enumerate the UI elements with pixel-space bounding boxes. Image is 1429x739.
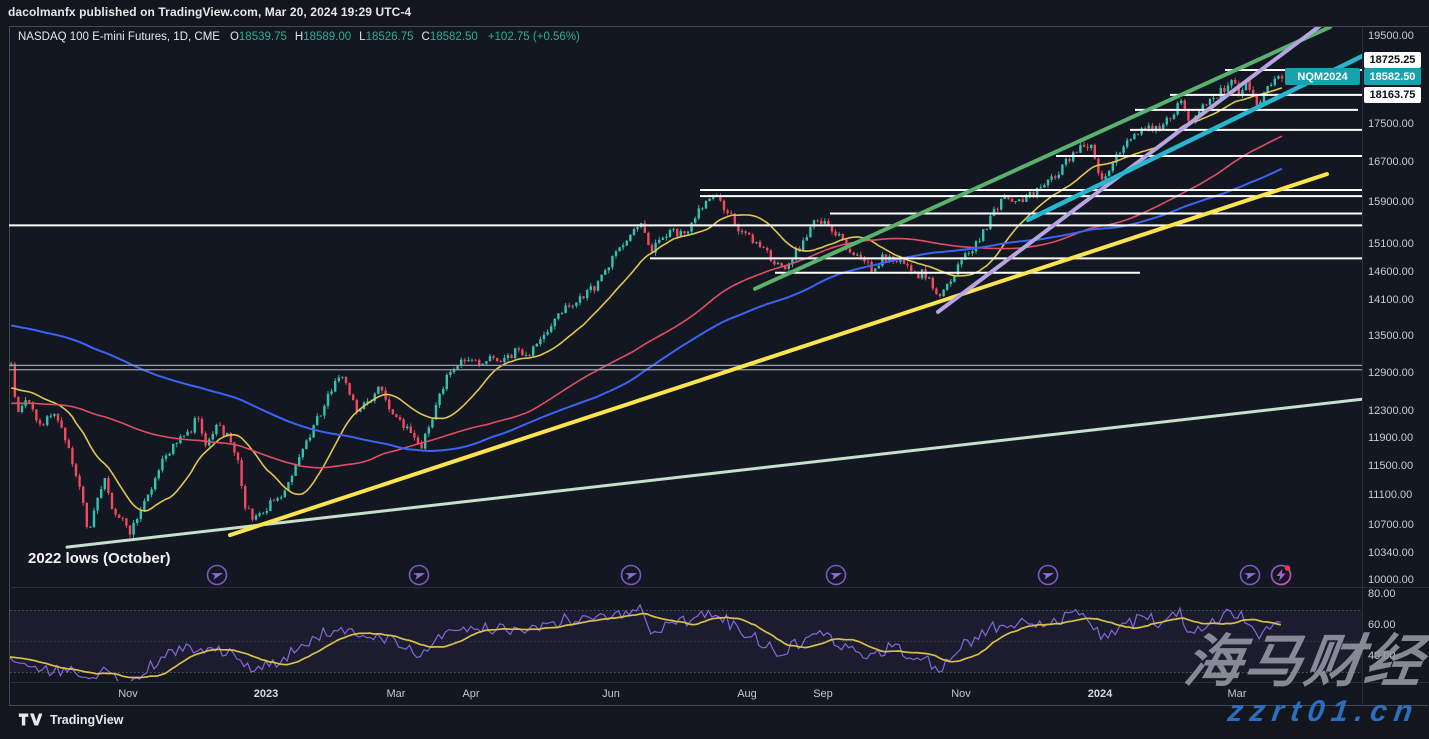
close-value: 18582.50 xyxy=(430,31,478,43)
trendline-channel-green xyxy=(755,27,1330,289)
timeline-plane-icon[interactable] xyxy=(827,566,846,585)
level-price-label-upper[interactable]: 18725.25 xyxy=(1364,52,1421,68)
last-price-label[interactable]: 18582.50 xyxy=(1364,68,1421,85)
high-value: 18589.00 xyxy=(303,31,351,43)
candles-layer xyxy=(10,74,1283,538)
timeline-plane-icon[interactable] xyxy=(1039,566,1058,585)
timeline-plane-icon[interactable] xyxy=(208,566,227,585)
rsi-pane xyxy=(10,605,1362,685)
low-value: 18526.75 xyxy=(366,31,414,43)
open-value: 18539.75 xyxy=(239,31,287,43)
timeline-plane-icon[interactable] xyxy=(410,566,429,585)
trendlines-layer[interactable] xyxy=(67,7,1362,547)
open-label: O xyxy=(230,31,239,43)
support-resistance-levels[interactable] xyxy=(9,70,1362,370)
series-symbol-tag[interactable]: NQM2024 xyxy=(1285,68,1360,85)
high-label: H xyxy=(295,31,303,43)
trendline-major-yellow xyxy=(230,174,1327,535)
chart-legend[interactable]: NASDAQ 100 E-mini Futures, 1D, CME O18539… xyxy=(18,31,580,43)
timeline-flash-icon[interactable] xyxy=(1272,565,1291,584)
tradingview-logo-icon xyxy=(18,712,42,727)
timeline-plane-icon[interactable] xyxy=(1241,566,1260,585)
ma-slow-blue xyxy=(11,169,1282,451)
close-label: C xyxy=(422,31,430,43)
chart-canvas[interactable] xyxy=(0,0,1429,739)
change-value: +102.75 (+0.56%) xyxy=(488,31,580,43)
published-chart-page: dacolmanfx published on TradingView.com,… xyxy=(0,0,1429,739)
watermark-url: zzrt01.cn xyxy=(1226,697,1422,727)
tradingview-brand-text: TradingView xyxy=(50,713,123,727)
level-price-label-lower[interactable]: 18163.75 xyxy=(1364,87,1421,103)
symbol-title: NASDAQ 100 E-mini Futures, 1D, CME xyxy=(18,31,220,43)
tradingview-attribution[interactable]: TradingView xyxy=(18,712,123,727)
ma-fast-yellow xyxy=(11,88,1282,511)
timeline-plane-icon[interactable] xyxy=(622,566,641,585)
lows-annotation[interactable]: 2022 lows (October) xyxy=(28,550,171,567)
trendline-accel-purple xyxy=(938,7,1345,312)
watermark-cn: 海马财经 xyxy=(1181,634,1429,691)
